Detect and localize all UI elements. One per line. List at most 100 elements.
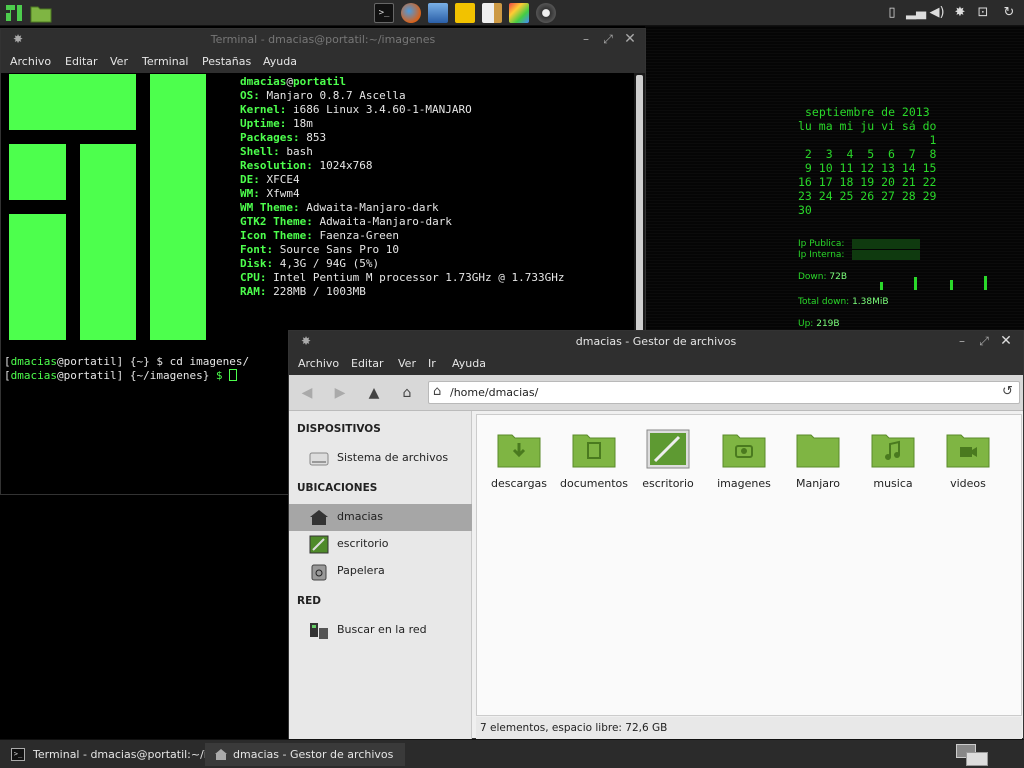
status-bar: 7 elementos, espacio libre: 72,6 GB [476,717,1022,739]
file-manager-sidebar: DISPOSITIVOS Sistema de archivos UBICACI… [289,411,472,739]
desktop-icon [309,535,329,554]
menu-archivo[interactable]: Archivo [298,357,339,370]
taskbar-item-label: Terminal - dmacias@portatil:~/i... [33,748,218,761]
terminal-cursor [229,369,238,381]
manjaro-logo [150,74,206,340]
terminal-title: Terminal - dmacias@portatil:~/imagenes [210,33,436,46]
screenfetch-line: Resolution: 1024x768 [240,159,373,172]
videos-folder-icon [945,429,991,469]
manjaro-logo [9,144,66,200]
folder-item[interactable]: imagenes [708,425,780,495]
screenfetch-line: Uptime: 18m [240,117,313,130]
calendar-week-1: 1 [798,133,937,147]
total-down-readout: Total down: 1.38MiB [798,297,889,307]
media-player-launcher-icon[interactable] [536,3,556,23]
menu-ver[interactable]: Ver [398,357,416,370]
folder-item[interactable]: musica [857,425,929,495]
maximize-icon[interactable]: ⤢ [977,334,991,348]
menu-ayuda[interactable]: Ayuda [452,357,486,370]
image-viewer-launcher-icon[interactable] [509,3,529,23]
sidebar-item-label: escritorio [337,537,389,550]
power-manager-icon[interactable]: ⊡ [974,4,992,22]
screenfetch-line: CPU: Intel Pentium M processor 1.73GHz @… [240,271,565,284]
menu-pestanas[interactable]: Pestañas [202,55,251,68]
menu-ir[interactable]: Ir [428,357,436,370]
shell-prompt-line: [dmacias@portatil] {~} $ cd imagenes/ [4,355,250,368]
menu-terminal[interactable]: Terminal [142,55,189,68]
forward-arrow-icon[interactable]: ▶ [331,384,349,402]
path-text: /home/dmacias/ [450,386,539,399]
files-launcher-icon[interactable] [30,3,52,23]
thunderbird-launcher-icon[interactable] [428,3,448,23]
down-label: Down: [798,272,827,282]
signal-icon[interactable]: ▂▄ [906,4,926,22]
file-manager-window: ✸ dmacias - Gestor de archivos – ⤢ ✕ Arc… [288,330,1024,739]
maximize-icon[interactable]: ⤢ [601,32,615,46]
file-roller-launcher-icon[interactable] [455,3,475,23]
down-readout: Down: 72B [798,272,847,282]
screenfetch-line: RAM: 228MB / 1003MB [240,285,366,298]
screenfetch-line: WM: Xfwm4 [240,187,300,200]
taskbar-item-terminal[interactable]: >_ Terminal - dmacias@portatil:~/i... [2,743,217,766]
taskbar-item-label: dmacias - Gestor de archivos [233,748,394,761]
sidebar-item-dmacias[interactable]: dmacias [289,504,472,531]
firefox-launcher-icon[interactable] [401,3,421,23]
shell-prompt-line[interactable]: [dmacias@portatil] {~/imagenes} $ [4,369,238,383]
home-icon: ⌂ [433,384,442,399]
desktop: septiembre de 2013 lu ma mi ju vi sá do … [0,0,1024,768]
taskbar-item-file-manager[interactable]: dmacias - Gestor de archivos [205,743,405,766]
folder-item[interactable]: descargas [483,425,555,495]
up-arrow-icon[interactable]: ▲ [365,384,383,402]
folder-item[interactable]: Manjaro [782,425,854,495]
battery-icon[interactable]: ▯ [883,4,901,22]
file-manager-title: dmacias - Gestor de archivos [575,335,737,348]
manjaro-menu-icon[interactable] [4,3,24,23]
reload-icon[interactable]: ↺ [1002,384,1013,399]
sidebar-item-papelera[interactable]: Papelera [289,558,472,585]
sidebar-item-label: Papelera [337,564,385,577]
sidebar-header-places: UBICACIONES [297,482,378,494]
close-icon[interactable]: ✕ [999,334,1013,348]
screenfetch-line: Shell: bash [240,145,313,158]
back-arrow-icon[interactable]: ◀ [298,384,316,402]
home-icon[interactable]: ⌂ [398,384,416,402]
minimize-icon[interactable]: – [579,32,593,46]
text-editor-launcher-icon[interactable] [482,3,502,23]
path-bar[interactable]: ⌂ /home/dmacias/ ↺ [428,381,1020,404]
settings-gear-icon[interactable]: ✸ [951,4,969,22]
menu-ver[interactable]: Ver [110,55,128,68]
down-value: 72B [829,272,848,282]
network-icon [309,621,329,640]
volume-icon[interactable]: ◀) [928,4,946,22]
sidebar-item-escritorio[interactable]: escritorio [289,531,472,558]
terminal-launcher-icon[interactable]: >_ [374,3,394,23]
sidebar-item-filesystem[interactable]: Sistema de archivos [289,445,472,472]
screenfetch-line: DE: XFCE4 [240,173,300,186]
logout-icon[interactable]: ↻ [1000,4,1018,22]
menu-archivo[interactable]: Archivo [10,55,51,68]
calendar-week-4: 16 17 18 19 20 21 22 [798,175,937,189]
terminal-titlebar[interactable]: ✸ Terminal - dmacias@portatil:~/imagenes… [1,29,645,51]
menu-ayuda[interactable]: Ayuda [263,55,297,68]
file-manager-titlebar[interactable]: ✸ dmacias - Gestor de archivos – ⤢ ✕ [289,331,1023,353]
screenfetch-line: Kernel: i686 Linux 3.4.60-1-MANJARO [240,103,472,116]
terminal-icon: >_ [11,748,25,761]
folder-label: imagenes [717,477,771,490]
hard-drive-icon [309,449,329,468]
sidebar-item-buscar-red[interactable]: Buscar en la red [289,617,472,644]
folder-item[interactable]: videos [932,425,1004,495]
screenfetch-line: GTK2 Theme: Adwaita-Manjaro-dark [240,215,452,228]
minimize-icon[interactable]: – [955,334,969,348]
workspace-switcher[interactable] [956,744,990,766]
home-folder-icon [309,508,329,527]
file-view[interactable]: descargas documentos escritorio imagenes… [476,414,1022,716]
menu-editar[interactable]: Editar [351,357,384,370]
folder-item[interactable]: escritorio [632,425,704,495]
documents-folder-icon [571,429,617,469]
sidebar-header-devices: DISPOSITIVOS [297,423,381,435]
folder-item[interactable]: documentos [558,425,630,495]
menu-editar[interactable]: Editar [65,55,98,68]
screenfetch-line: OS: Manjaro 0.8.7 Ascella [240,89,406,102]
close-icon[interactable]: ✕ [623,32,637,46]
screenfetch-line: Disk: 4,3G / 94G (5%) [240,257,380,270]
